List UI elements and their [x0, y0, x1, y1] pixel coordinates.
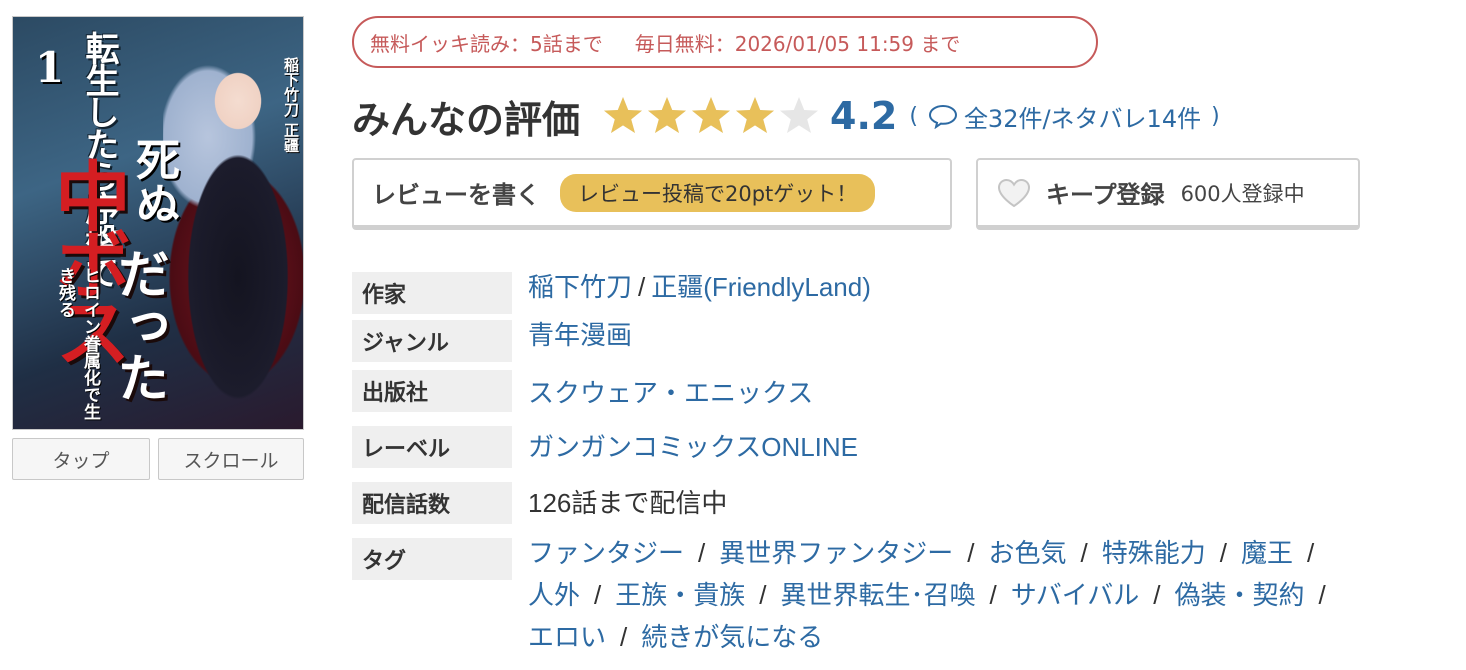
- tag-link[interactable]: ファンタジー: [528, 538, 684, 568]
- tag-separator: /: [1219, 538, 1227, 568]
- tags-list: ファンタジー / 異世界ファンタジー / お色気 / 特殊能力 / 魔王 / 人外 / 王族・貴族 / 異世…: [528, 532, 1428, 658]
- tag-link[interactable]: 人外: [528, 580, 580, 610]
- heart-icon: [997, 178, 1031, 207]
- tag-separator: /: [1080, 538, 1088, 568]
- tag-link[interactable]: 偽装・契約: [1174, 580, 1304, 610]
- scroll-view-button[interactable]: スクロール: [158, 438, 304, 480]
- genre-label: ジャンル: [352, 320, 512, 362]
- info-row-label: レーベル ガンガンコミックスONLINE: [352, 426, 858, 468]
- genre-link[interactable]: 青年漫画: [528, 314, 632, 362]
- close-paren: ): [1211, 103, 1220, 129]
- tag-link[interactable]: お色気: [989, 538, 1067, 568]
- tag-link[interactable]: エロい: [528, 622, 606, 652]
- cover-volume-number: 1: [35, 43, 65, 92]
- episodes-label: 配信話数: [352, 482, 512, 524]
- tag-link[interactable]: 続きが気になる: [641, 622, 823, 652]
- episodes-value: 126話まで配信中: [528, 488, 728, 518]
- tag-line: 人外 / 王族・貴族 / 異世界転生･召喚 / サバイバル / 偽装・契約 /: [528, 574, 1428, 616]
- tag-line: エロい / 続きが気になる: [528, 616, 1428, 658]
- tag-link[interactable]: 異世界転生･召喚: [781, 580, 976, 610]
- star-icon: [648, 97, 687, 133]
- cover-subtitle: ヒロイン眷属化で生き残る: [55, 267, 100, 420]
- open-paren: (: [909, 103, 918, 129]
- tag-link[interactable]: 魔王: [1241, 538, 1293, 568]
- tag-link[interactable]: 異世界ファンタジー: [719, 538, 953, 568]
- write-review-label: レビューを書く: [372, 181, 540, 209]
- rating-score: 4.2: [830, 94, 898, 138]
- info-row-author: 作家 稲下竹刀 / 正疆(FriendlyLand): [352, 272, 871, 314]
- tag-separator: /: [989, 580, 997, 610]
- tag-separator: /: [594, 580, 602, 610]
- tag-link[interactable]: 特殊能力: [1102, 538, 1206, 568]
- tap-view-button[interactable]: タップ: [12, 438, 150, 480]
- author-separator: /: [638, 272, 646, 302]
- free-reading-banner: 無料イッキ読み：5話まで 毎日無料：2026/01/05 11:59 まで: [352, 16, 1098, 68]
- tag-separator: /: [620, 622, 628, 652]
- info-row-episodes: 配信話数 126話まで配信中: [352, 482, 727, 524]
- speech-bubble-icon: [928, 104, 957, 129]
- info-row-publisher: 出版社 スクウェア・エニックス: [352, 370, 813, 414]
- keep-count: 600人登録中: [1180, 181, 1305, 206]
- tag-separator: /: [967, 538, 975, 568]
- tag-separator: /: [1153, 580, 1161, 610]
- label-label: レーベル: [352, 426, 512, 468]
- tag-separator: /: [698, 538, 706, 568]
- label-link[interactable]: ガンガンコミックスONLINE: [528, 426, 858, 468]
- rating-title: みんなの評価: [352, 97, 581, 142]
- publisher-label: 出版社: [352, 370, 512, 412]
- reviews-link[interactable]: 全32件/ネタバレ14件: [928, 99, 1201, 134]
- cover-authors: 稲下竹刀 正疆: [282, 57, 300, 153]
- info-row-tags: タグ ファンタジー / 異世界ファンタジー / お色気 / 特殊能力 / 魔王 / 人外 / 王族・貴族…: [352, 538, 1428, 658]
- tag-link[interactable]: サバイバル: [1011, 580, 1139, 610]
- author-link-1[interactable]: 稲下竹刀: [528, 272, 632, 302]
- tag-line: ファンタジー / 異世界ファンタジー / お色気 / 特殊能力 / 魔王 /: [528, 532, 1428, 574]
- info-row-genre: ジャンル 青年漫画: [352, 320, 632, 362]
- reviews-link-label: 全32件/ネタバレ14件: [963, 104, 1202, 133]
- cover-title-end: だった: [108, 247, 169, 403]
- comic-cover-image[interactable]: 1 転生したら序盤で 死ぬ 中ボス だった ヒロイン眷属化で生き残る 稲下竹刀 …: [12, 16, 304, 430]
- publisher-link[interactable]: スクウェア・エニックス: [528, 372, 813, 414]
- tag-separator: /: [1307, 538, 1315, 568]
- review-points-badge: レビュー投稿で20ptゲット！: [560, 173, 876, 212]
- tags-label: タグ: [352, 538, 512, 580]
- rating-stars: [602, 95, 820, 137]
- author-link-2[interactable]: 正疆(FriendlyLand): [651, 272, 871, 302]
- star-icon: [736, 97, 775, 133]
- tag-link[interactable]: 王族・貴族: [615, 580, 745, 610]
- tag-separator: /: [1318, 580, 1326, 610]
- star-icon: [604, 97, 643, 133]
- keep-register-button[interactable]: キープ登録 600人登録中: [976, 158, 1360, 230]
- star-icon: [692, 97, 731, 133]
- author-label: 作家: [352, 272, 512, 314]
- rating-row: みんなの評価 4.2 ( 全32件/ネタバレ14件 ): [352, 86, 1220, 146]
- write-review-button[interactable]: レビューを書く レビュー投稿で20ptゲット！: [352, 158, 952, 230]
- free-ikki-text: 無料イッキ読み：5話まで: [370, 31, 603, 56]
- star-icon: [780, 97, 819, 133]
- tag-separator: /: [759, 580, 767, 610]
- free-daily-text: 毎日無料：2026/01/05 11:59 まで: [634, 31, 961, 56]
- keep-register-label: キープ登録: [1046, 181, 1165, 209]
